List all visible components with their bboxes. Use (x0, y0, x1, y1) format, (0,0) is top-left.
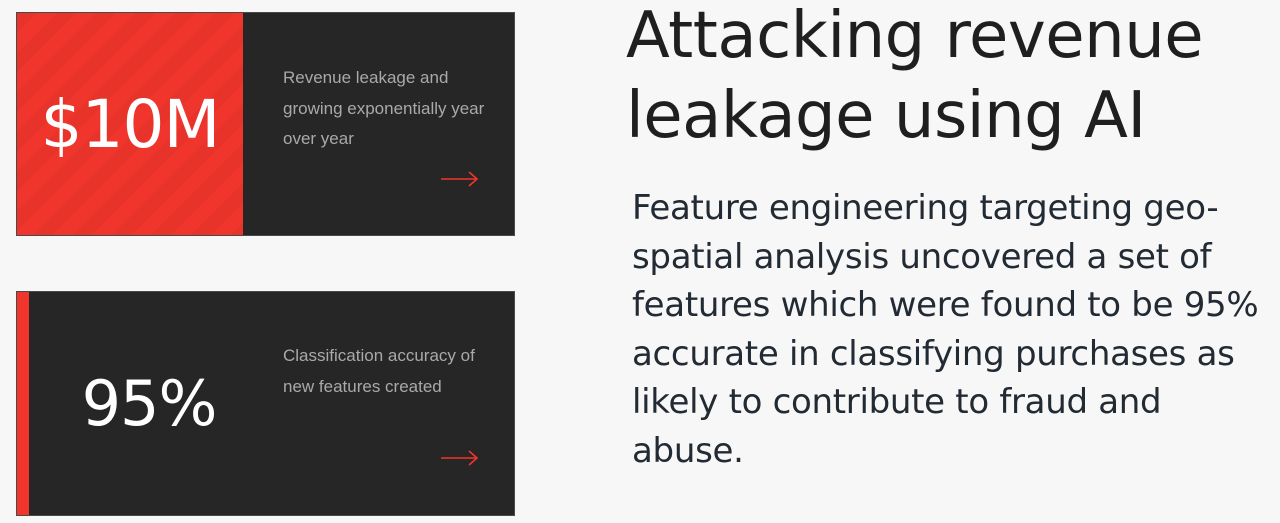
body-paragraph: Feature engineering targeting geo-spatia… (632, 188, 1259, 471)
stat-value-accuracy: 95% (81, 367, 218, 440)
page: $10M Revenue leakage and growing exponen… (0, 0, 1280, 523)
arrow-right-icon[interactable] (440, 448, 480, 468)
stat-description-revenue: Revenue leakage and growing exponentiall… (283, 68, 485, 148)
page-title: Attacking revenue leakage using AI (626, 0, 1204, 153)
stat-card-revenue: $10M Revenue leakage and growing exponen… (16, 12, 515, 236)
stat-card-accuracy: 95% Classification accuracy of new featu… (16, 291, 515, 516)
arrow-right-icon[interactable] (440, 169, 480, 189)
stat-value-revenue: $10M (17, 13, 243, 235)
accent-bar (17, 292, 29, 515)
stat-description-accuracy: Classification accuracy of new features … (283, 346, 475, 396)
